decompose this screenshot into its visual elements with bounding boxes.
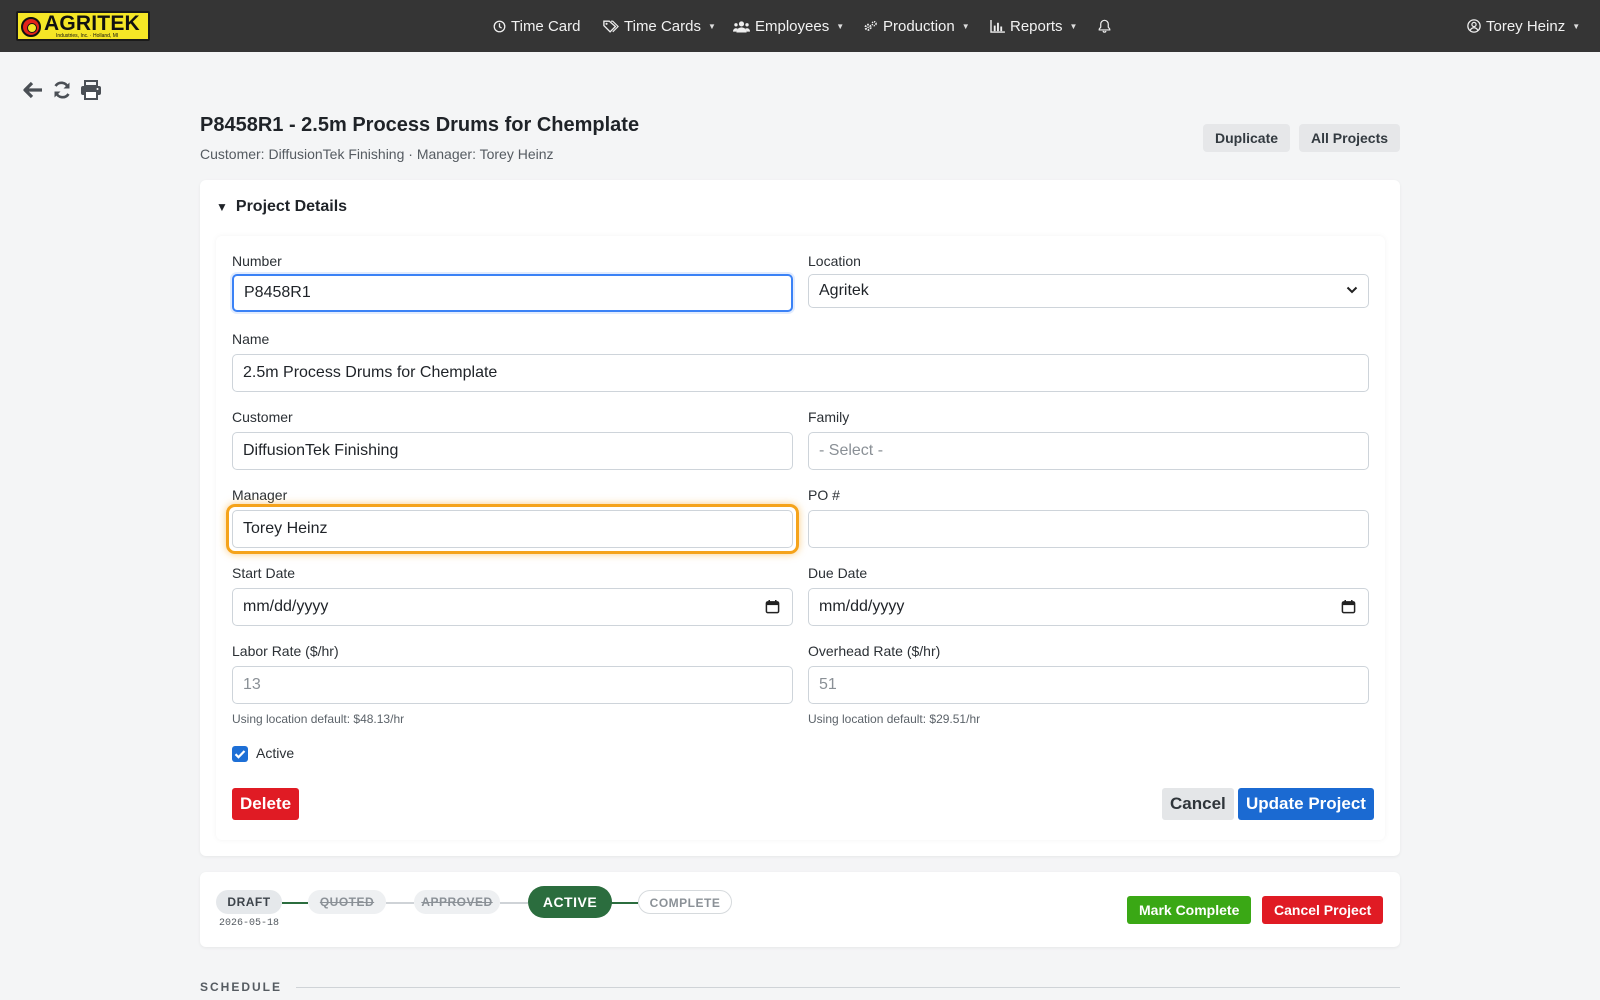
duplicate-button[interactable]: Duplicate [1203, 124, 1291, 152]
delete-button[interactable]: Delete [232, 788, 300, 820]
location-select[interactable]: Agritek [808, 274, 1369, 308]
nav-employees-label: Employees [755, 17, 830, 35]
number-input[interactable]: P8458R1 [232, 274, 793, 312]
calendar-icon[interactable] [1341, 599, 1356, 614]
due-date-placeholder: mm/dd/yyyy [819, 598, 905, 615]
number-label: Number [232, 253, 282, 269]
start-date-input[interactable]: mm/dd/yyyy [232, 588, 793, 626]
checkmark-icon [234, 750, 246, 759]
active-checkbox[interactable] [232, 746, 248, 762]
bar-chart-icon [990, 19, 1005, 33]
divider [296, 987, 1400, 988]
all-projects-button[interactable]: All Projects [1299, 124, 1401, 152]
agritek-logo[interactable]: AGRITEK Industries, Inc. · Holland, MI [16, 11, 150, 41]
labor-rate-input[interactable]: 13 [232, 666, 793, 704]
customer-label: Customer [232, 409, 293, 425]
stage-approved: APPROVED [414, 890, 500, 914]
nav-employees[interactable]: Employees ▼ [733, 16, 844, 36]
cancel-project-button[interactable]: Cancel Project [1262, 896, 1384, 924]
nav-reports-label: Reports [1010, 17, 1063, 35]
chevron-down-icon: ▼ [1069, 21, 1078, 31]
stage-draft-date: 2026-05-18 [219, 918, 280, 929]
gears-icon [864, 20, 877, 31]
family-label: Family [808, 409, 850, 425]
active-label: Active [256, 745, 295, 761]
project-details-heading: Project Details [235, 198, 348, 215]
manager-label: Manager [232, 487, 288, 503]
notifications-button[interactable] [1098, 16, 1111, 36]
nav-time-cards-label: Time Cards [624, 17, 701, 35]
back-arrow-icon[interactable] [22, 80, 44, 100]
workflow-connector [500, 902, 528, 904]
users-icon [733, 20, 750, 32]
schedule-section-heading: SCHEDULE [200, 980, 283, 994]
refresh-icon[interactable] [51, 80, 73, 100]
logo-subtext: Industries, Inc. · Holland, MI [56, 33, 119, 39]
mark-complete-button[interactable]: Mark Complete [1127, 896, 1252, 924]
user-menu[interactable]: Torey Heinz ▼ [1467, 16, 1580, 36]
workflow-connector [282, 902, 308, 904]
chevron-down-icon [1346, 286, 1358, 294]
po-input[interactable] [808, 510, 1369, 548]
print-icon[interactable] [80, 80, 102, 100]
name-input[interactable]: 2.5m Process Drums for Chemplate [232, 354, 1369, 392]
nav-reports[interactable]: Reports ▼ [990, 16, 1077, 36]
project-details-toggle[interactable]: ▼ Project Details [216, 198, 347, 216]
tags-icon [603, 20, 619, 33]
nav-time-cards[interactable]: Time Cards ▼ [603, 16, 716, 36]
chevron-down-icon: ▼ [836, 21, 845, 31]
start-date-label: Start Date [232, 565, 296, 581]
nav-time-card-label: Time Card [511, 17, 581, 35]
workflow-card: DRAFT 2026-05-18 QUOTED APPROVED ACTIVE … [200, 872, 1400, 947]
stage-complete: COMPLETE [638, 890, 732, 914]
stage-active: ACTIVE [528, 886, 612, 918]
labor-rate-help: Using location default: $48.13/hr [232, 712, 405, 726]
location-selected-value: Agritek [819, 282, 869, 299]
location-label: Location [808, 253, 861, 269]
disclosure-triangle-icon: ▼ [216, 200, 228, 214]
bell-icon [1098, 19, 1111, 33]
nav-time-card[interactable]: Time Card [493, 16, 580, 36]
update-project-button[interactable]: Update Project [1238, 788, 1374, 820]
clock-icon [493, 20, 506, 32]
page-subtitle: Customer: DiffusionTek Finishing · Manag… [200, 146, 554, 162]
overhead-rate-label: Overhead Rate ($/hr) [808, 643, 941, 659]
overhead-rate-input[interactable]: 51 [808, 666, 1369, 704]
chevron-down-icon: ▼ [961, 21, 970, 31]
chevron-down-icon: ▼ [1572, 21, 1581, 31]
due-date-input[interactable]: mm/dd/yyyy [808, 588, 1369, 626]
logo-text: AGRITEK [44, 12, 140, 35]
page-title: P8458R1 - 2.5m Process Drums for Chempla… [200, 114, 640, 136]
nav-production-label: Production [883, 17, 955, 35]
project-form: Number P8458R1 Location Agritek Name 2.5… [216, 236, 1385, 840]
cancel-button[interactable]: Cancel [1162, 788, 1234, 820]
manager-input[interactable]: Torey Heinz [232, 510, 793, 548]
start-date-placeholder: mm/dd/yyyy [243, 598, 329, 615]
labor-rate-label: Labor Rate ($/hr) [232, 643, 339, 659]
chevron-down-icon: ▼ [707, 21, 716, 31]
user-name: Torey Heinz [1486, 17, 1566, 35]
workflow-connector [610, 902, 638, 904]
stage-quoted: QUOTED [308, 890, 386, 914]
name-label: Name [232, 331, 270, 347]
project-details-card: ▼ Project Details Number P8458R1 Locatio… [200, 180, 1400, 856]
po-label: PO # [808, 487, 840, 503]
stage-draft: DRAFT [216, 890, 282, 914]
family-select[interactable]: - Select - [808, 432, 1369, 470]
user-circle-icon [1467, 19, 1481, 33]
nav-production[interactable]: Production ▼ [863, 16, 970, 36]
customer-input[interactable]: DiffusionTek Finishing [232, 432, 793, 470]
logo-mark-icon [21, 17, 41, 37]
workflow-connector [386, 902, 414, 904]
calendar-icon[interactable] [765, 599, 780, 614]
top-navbar: AGRITEK Industries, Inc. · Holland, MI T… [0, 0, 1600, 52]
overhead-rate-help: Using location default: $29.51/hr [808, 712, 981, 726]
due-date-label: Due Date [808, 565, 868, 581]
